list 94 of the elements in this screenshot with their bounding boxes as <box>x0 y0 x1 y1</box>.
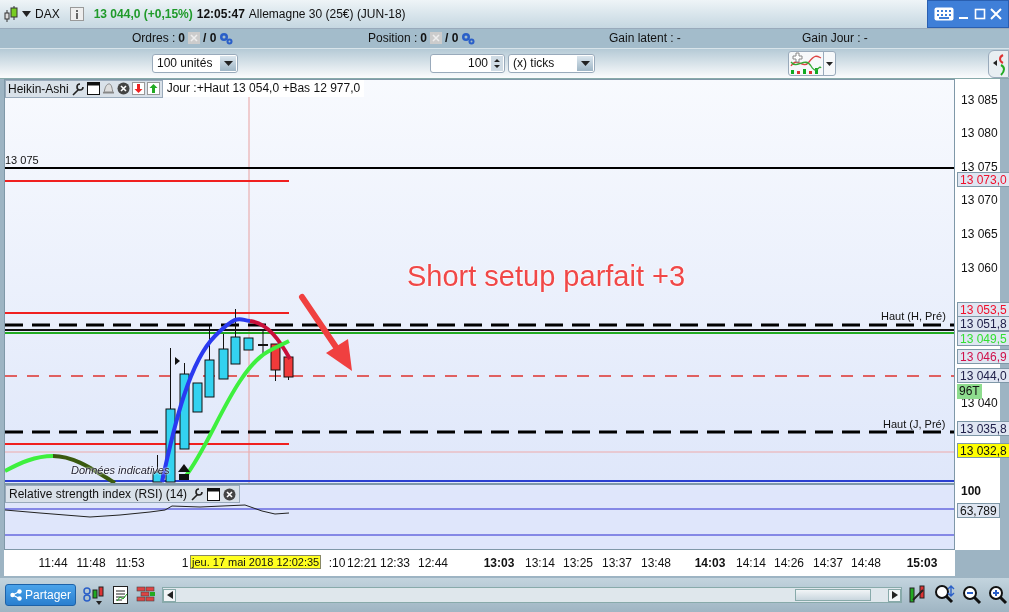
price-tag: 13 044,0 <box>957 368 1009 384</box>
gears-icon[interactable] <box>219 31 234 45</box>
time-label: 11:44 <box>38 556 68 571</box>
wrench-icon[interactable] <box>190 487 205 502</box>
level-label: Haut (J, Pré) <box>883 418 946 431</box>
time-label: 12:21 <box>347 556 377 571</box>
level-label: 13 075 <box>5 154 39 167</box>
time-label: 14:48 <box>851 556 881 571</box>
price-tick: 13 075 <box>961 160 998 175</box>
time-label: 11:53 <box>115 556 145 571</box>
field-label: Ordres : <box>132 31 176 45</box>
price-tag: 13 035,8 <box>957 421 1009 437</box>
cursor-time-tooltip: jeu. 17 mai 2018 12:02:35 <box>190 555 322 570</box>
time-label: 15:03 <box>906 556 938 571</box>
close-icon[interactable] <box>223 487 237 501</box>
quantity-dropdown[interactable]: 100 unités <box>152 53 238 73</box>
total-count: / 0 <box>203 31 217 45</box>
annotation-text: Short setup parfait +3 <box>407 260 686 294</box>
time-label: 11:48 <box>76 556 106 571</box>
bricks-icon[interactable] <box>136 586 157 605</box>
time-label: 12:44 <box>418 556 448 571</box>
gears-icon[interactable] <box>461 31 476 45</box>
time-label: 13:48 <box>641 556 671 571</box>
window-icon[interactable] <box>86 82 100 96</box>
rsi-value-tag: 63,789 <box>957 503 1000 519</box>
up-arrow-icon[interactable] <box>146 82 160 96</box>
total-count: / 0 <box>445 31 459 45</box>
linked-chart-icon[interactable] <box>82 584 107 607</box>
unit-dropdown[interactable]: (x) ticks <box>508 53 595 73</box>
caret-icon <box>223 60 233 66</box>
gain-value: - <box>676 31 681 45</box>
price-tag: 13 073,0 <box>957 172 1009 188</box>
rsi-tick: 100 <box>961 484 982 499</box>
right-arrow-icon[interactable] <box>891 591 898 600</box>
price-tick: 13 085 <box>961 93 998 108</box>
time-label: 13:03 <box>483 556 515 571</box>
symbol-name[interactable]: DAX <box>35 7 60 21</box>
price-tick: 13 070 <box>961 193 998 208</box>
price-tick: 13 080 <box>961 126 998 141</box>
order-count: 0 <box>420 31 428 45</box>
scroll-thumb[interactable] <box>795 589 872 602</box>
caret-icon[interactable] <box>823 51 835 75</box>
price-tag: 13 032,8 <box>957 443 1009 459</box>
spinner-arrows-icon[interactable] <box>491 55 503 71</box>
keyboard-icon[interactable] <box>934 7 954 21</box>
ticks-spinner[interactable]: 100 <box>430 53 505 73</box>
share-icon <box>10 589 22 602</box>
order-count: 0 <box>178 31 186 45</box>
price-tag: 96T <box>957 384 982 400</box>
gain-value: - <box>863 31 868 45</box>
maximize-icon[interactable] <box>974 8 986 20</box>
candlestick <box>243 337 254 351</box>
time-label: 12:33 <box>380 556 410 571</box>
horizontal-scrollbar[interactable] <box>162 587 903 604</box>
up-arrow-icon <box>178 464 190 481</box>
report-icon[interactable] <box>112 585 131 606</box>
zoom-in-icon[interactable] <box>988 585 1009 606</box>
info-icon[interactable] <box>69 7 84 21</box>
indicator-chart-icon[interactable] <box>789 51 823 75</box>
price-change: 13 044,0 (+0,15%) <box>93 7 193 21</box>
wrench-icon[interactable] <box>70 81 85 96</box>
candlestick <box>283 356 294 381</box>
candlestick <box>218 333 229 380</box>
time-label: 13:25 <box>563 556 593 571</box>
price-tick: 13 065 <box>961 227 998 242</box>
left-arrow-icon[interactable] <box>166 591 173 600</box>
time-label: 14:26 <box>774 556 804 571</box>
time-label: 13:14 <box>525 556 555 571</box>
price-tick: 13 060 <box>961 261 998 276</box>
caret-icon <box>580 60 590 66</box>
level-label: Haut (H, Pré) <box>881 310 946 323</box>
marker-icon <box>175 357 180 366</box>
time-label: 14:37 <box>813 556 843 571</box>
time-label: 13:37 <box>602 556 632 571</box>
clock-time: 12:05:47 <box>196 7 245 21</box>
zoom-out-icon[interactable] <box>962 585 983 606</box>
caret-icon[interactable] <box>22 11 31 17</box>
time-label: 1 <box>181 556 189 571</box>
candlestick <box>230 308 241 365</box>
candlestick-icon[interactable] <box>4 5 18 23</box>
field-label: Position : <box>368 31 418 45</box>
window-icon[interactable] <box>207 487 221 501</box>
field-label: Gain Jour : <box>802 31 861 45</box>
field-label: Gain latent : <box>609 31 674 45</box>
down-arrow-icon[interactable] <box>131 82 145 96</box>
time-label: 14:14 <box>736 556 766 571</box>
price-tag: 13 051,8 <box>957 316 1009 332</box>
price-range-info: Jour :+Haut 13 054,0 +Bas 12 977,0 <box>162 80 365 98</box>
close-icon[interactable] <box>116 82 130 96</box>
instrument-name: Allemagne 30 (25€) (JUN-18) <box>248 7 406 21</box>
time-label: 14:03 <box>694 556 726 571</box>
price-tag: 13 049,5 <box>957 331 1009 347</box>
price-tag: 13 046,9 <box>957 349 1009 365</box>
time-label: :10 <box>328 556 346 571</box>
